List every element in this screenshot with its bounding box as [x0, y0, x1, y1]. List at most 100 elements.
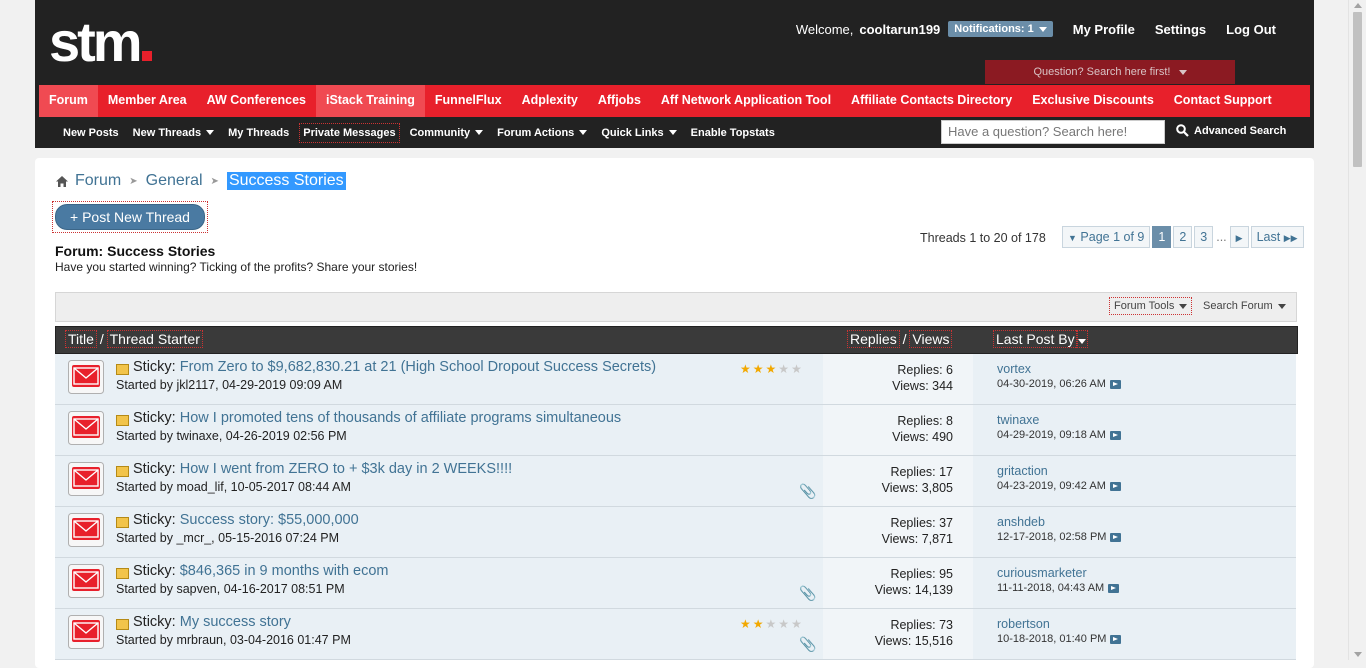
thread-title-link[interactable]: $846,365 in 9 months with ecom: [180, 563, 389, 579]
next-page-button[interactable]: ▶: [1229, 226, 1249, 248]
notifications-button[interactable]: Notifications: 1: [948, 21, 1053, 37]
go-to-last-post-icon[interactable]: [1110, 634, 1122, 644]
last-post-user-link[interactable]: anshdeb: [997, 515, 1045, 529]
nav-forum[interactable]: Forum: [39, 85, 98, 117]
thread-views: Views: 15,516: [874, 634, 953, 648]
subnav-new-posts[interactable]: New Posts: [60, 124, 122, 142]
last-post-user-link[interactable]: robertson: [997, 617, 1050, 631]
thread-title-line: Sticky: $846,365 in 9 months with ecom: [133, 563, 389, 579]
sort-thread-starter[interactable]: Thread Starter: [106, 330, 203, 348]
forum-title: Forum: Success Stories: [55, 243, 216, 259]
scroll-down-icon[interactable]: [1354, 652, 1362, 657]
scroll-up-icon[interactable]: [1354, 3, 1362, 8]
last-page-button[interactable]: Last ▶▶: [1250, 226, 1304, 248]
chevron-down-icon: [1038, 26, 1047, 32]
forum-tools-button[interactable]: Forum Tools: [1108, 297, 1193, 315]
thread-status-envelope-icon[interactable]: [68, 411, 104, 445]
thread-count: Threads 1 to 20 of 178: [920, 231, 1046, 245]
home-icon[interactable]: [55, 175, 69, 188]
thread-status-envelope-icon[interactable]: [68, 564, 104, 598]
thread-title-link[interactable]: Success story: $55,000,000: [180, 512, 359, 528]
last-post-user-link[interactable]: vortex: [997, 362, 1031, 376]
breadcrumb: Forum ➤ General ➤ Success Stories: [55, 172, 346, 190]
go-to-last-post-icon[interactable]: [1109, 481, 1121, 491]
page-3[interactable]: 3: [1194, 226, 1214, 248]
go-to-last-post-icon[interactable]: [1109, 430, 1121, 440]
thread-replies: Replies: 73: [890, 618, 953, 632]
last-post-user-link[interactable]: twinaxe: [997, 413, 1039, 427]
thread-prefix: Sticky:: [133, 410, 176, 426]
post-new-thread-button[interactable]: + Post New Thread: [55, 204, 205, 230]
user-links: Welcome, cooltarun199 Notifications: 1 M…: [796, 21, 1276, 37]
subnav-private-messages[interactable]: Private Messages: [299, 122, 400, 143]
site-header: stm Welcome, cooltarun199 Notifications:…: [35, 0, 1314, 148]
nav-aff-network-tool[interactable]: Aff Network Application Tool: [651, 85, 841, 117]
last-post-date: 12-17-2018, 02:58 PM: [997, 531, 1122, 543]
page-scrollbar[interactable]: [1348, 0, 1366, 660]
sort-views[interactable]: Views: [909, 330, 953, 348]
nav-member-area[interactable]: Member Area: [98, 85, 197, 117]
nav-affiliate-contacts[interactable]: Affiliate Contacts Directory: [841, 85, 1022, 117]
scrollbar-thumb[interactable]: [1353, 12, 1362, 167]
nav-contact-support[interactable]: Contact Support: [1164, 85, 1282, 117]
paperclip-icon: 📎: [799, 585, 817, 601]
thread-prefix: Sticky:: [133, 461, 176, 477]
pagination-ellipsis: ...: [1216, 230, 1227, 244]
sticky-icon: [116, 517, 129, 528]
search-forum-button[interactable]: Search Forum: [1199, 298, 1290, 314]
nav-exclusive-discounts[interactable]: Exclusive Discounts: [1022, 85, 1164, 117]
log-out-link[interactable]: Log Out: [1226, 22, 1276, 37]
chevron-down-icon: [668, 130, 677, 135]
nav-istack-training[interactable]: iStack Training: [315, 85, 425, 117]
page-1[interactable]: 1: [1152, 226, 1172, 248]
sticky-icon: [116, 568, 129, 579]
breadcrumb-general[interactable]: General: [146, 172, 203, 190]
thread-cell: Sticky: Success story: $55,000,000 Start…: [55, 507, 823, 557]
go-to-last-post-icon[interactable]: [1109, 379, 1121, 389]
username[interactable]: cooltarun199: [859, 22, 940, 37]
thread-stats: Replies: 37 Views: 7,871: [882, 515, 953, 547]
thread-title-link[interactable]: My success story: [180, 614, 291, 630]
subnav-new-threads[interactable]: New Threads: [130, 124, 217, 142]
site-logo[interactable]: stm: [49, 12, 152, 72]
go-to-last-post-icon[interactable]: [1110, 532, 1122, 542]
go-to-last-post-icon[interactable]: [1108, 583, 1120, 593]
thread-replies: Replies: 17: [890, 465, 953, 479]
settings-link[interactable]: Settings: [1155, 22, 1206, 37]
thread-status-envelope-icon[interactable]: [68, 615, 104, 649]
sort-title[interactable]: Title: [65, 330, 97, 348]
stats-cell: Replies: 6 Views: 344: [823, 354, 973, 404]
page-of-dropdown[interactable]: ▼ Page 1 of 9: [1062, 226, 1151, 248]
thread-title-link[interactable]: How I promoted tens of thousands of affi…: [180, 410, 621, 426]
thread-title-link[interactable]: How I went from ZERO to + $3k day in 2 W…: [180, 461, 512, 477]
last-post-user-link[interactable]: curiousmarketer: [997, 566, 1087, 580]
question-search-bar[interactable]: Question? Search here first!: [985, 60, 1235, 84]
thread-views: Views: 490: [892, 430, 953, 444]
nav-adplexity[interactable]: Adplexity: [512, 85, 588, 117]
subnav-enable-topstats[interactable]: Enable Topstats: [688, 124, 778, 142]
thread-title-link[interactable]: From Zero to $9,682,830.21 at 21 (High S…: [180, 359, 656, 375]
subnav-my-threads[interactable]: My Threads: [225, 124, 292, 142]
sort-last-post-by[interactable]: Last Post By: [993, 330, 1078, 348]
advanced-search-link[interactable]: Advanced Search: [1176, 124, 1286, 137]
nav-funnelflux[interactable]: FunnelFlux: [425, 85, 512, 117]
subnav-quick-links[interactable]: Quick Links: [598, 124, 679, 142]
my-profile-link[interactable]: My Profile: [1073, 22, 1135, 37]
last-post-user-link[interactable]: gritaction: [997, 464, 1048, 478]
thread-status-envelope-icon[interactable]: [68, 360, 104, 394]
subnav-community[interactable]: Community: [407, 124, 487, 142]
thread-status-envelope-icon[interactable]: [68, 462, 104, 496]
nav-aw-conferences[interactable]: AW Conferences: [197, 85, 316, 117]
thread-cell: Sticky: My success story Started by mrbr…: [55, 609, 823, 659]
sticky-icon: [116, 466, 129, 477]
nav-affjobs[interactable]: Affjobs: [588, 85, 651, 117]
thread-status-envelope-icon[interactable]: [68, 513, 104, 547]
breadcrumb-forum[interactable]: Forum: [75, 172, 121, 190]
sort-replies[interactable]: Replies: [847, 330, 900, 348]
subnav-forum-actions[interactable]: Forum Actions: [494, 124, 590, 142]
search-input[interactable]: Have a question? Search here!: [941, 120, 1165, 144]
stats-cell: Replies: 37 Views: 7,871: [823, 507, 973, 557]
sort-dropdown-button[interactable]: [1075, 330, 1088, 348]
page-2[interactable]: 2: [1173, 226, 1193, 248]
thread-prefix: Sticky:: [133, 614, 176, 630]
